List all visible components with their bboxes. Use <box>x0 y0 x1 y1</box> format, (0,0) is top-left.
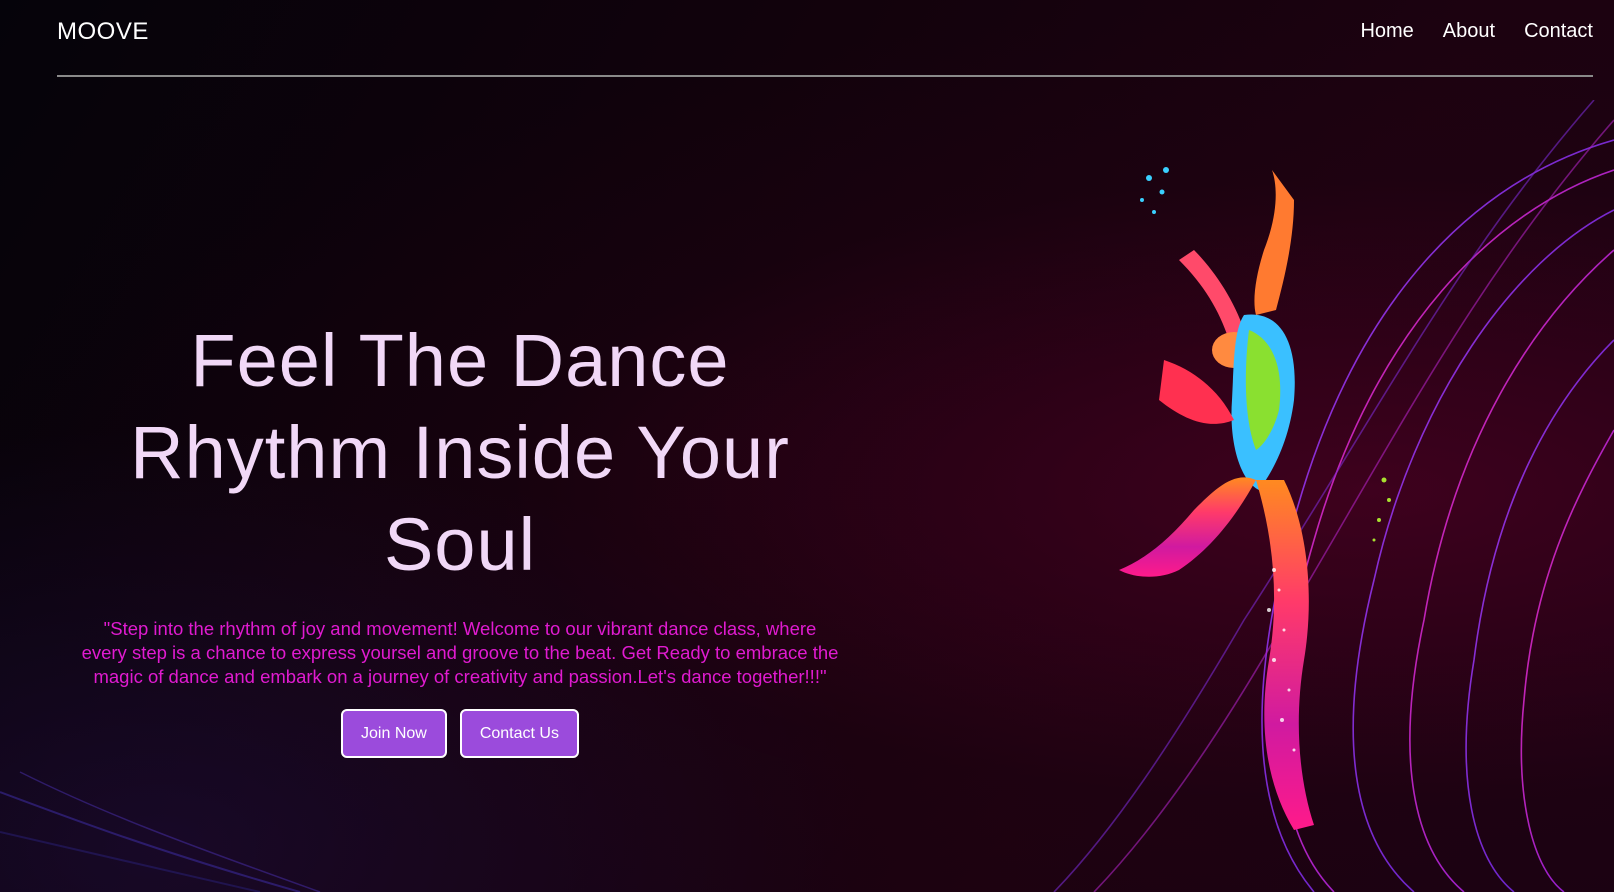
hero-title-line-2: Rhythm Inside Your <box>130 411 790 494</box>
navbar: MOOVE Home About Contact <box>57 0 1593 77</box>
hero-title-line-1: Feel The Dance <box>190 319 730 402</box>
nav-links: Home About Contact <box>1360 20 1593 43</box>
decorative-waves-left <box>0 771 321 892</box>
hero-description: "Step into the rhythm of joy and movemen… <box>81 618 839 687</box>
nav-contact-link[interactable]: Contact <box>1524 20 1593 43</box>
hero-section: Feel The Dance Rhythm Inside Your Soul "… <box>60 315 860 758</box>
brand-logo[interactable]: MOOVE <box>57 18 149 46</box>
page: MOOVE Home About Contact Feel The Dance … <box>0 0 1614 892</box>
dancer-figure <box>1119 167 1391 830</box>
join-now-button[interactable]: Join Now <box>341 709 447 758</box>
dancer-illustration <box>1053 100 1614 892</box>
nav-home-link[interactable]: Home <box>1360 20 1413 43</box>
contact-us-button[interactable]: Contact Us <box>459 709 579 758</box>
hero-title-line-3: Soul <box>383 503 537 586</box>
nav-about-link[interactable]: About <box>1443 20 1495 43</box>
hero-title: Feel The Dance Rhythm Inside Your Soul <box>60 315 860 591</box>
